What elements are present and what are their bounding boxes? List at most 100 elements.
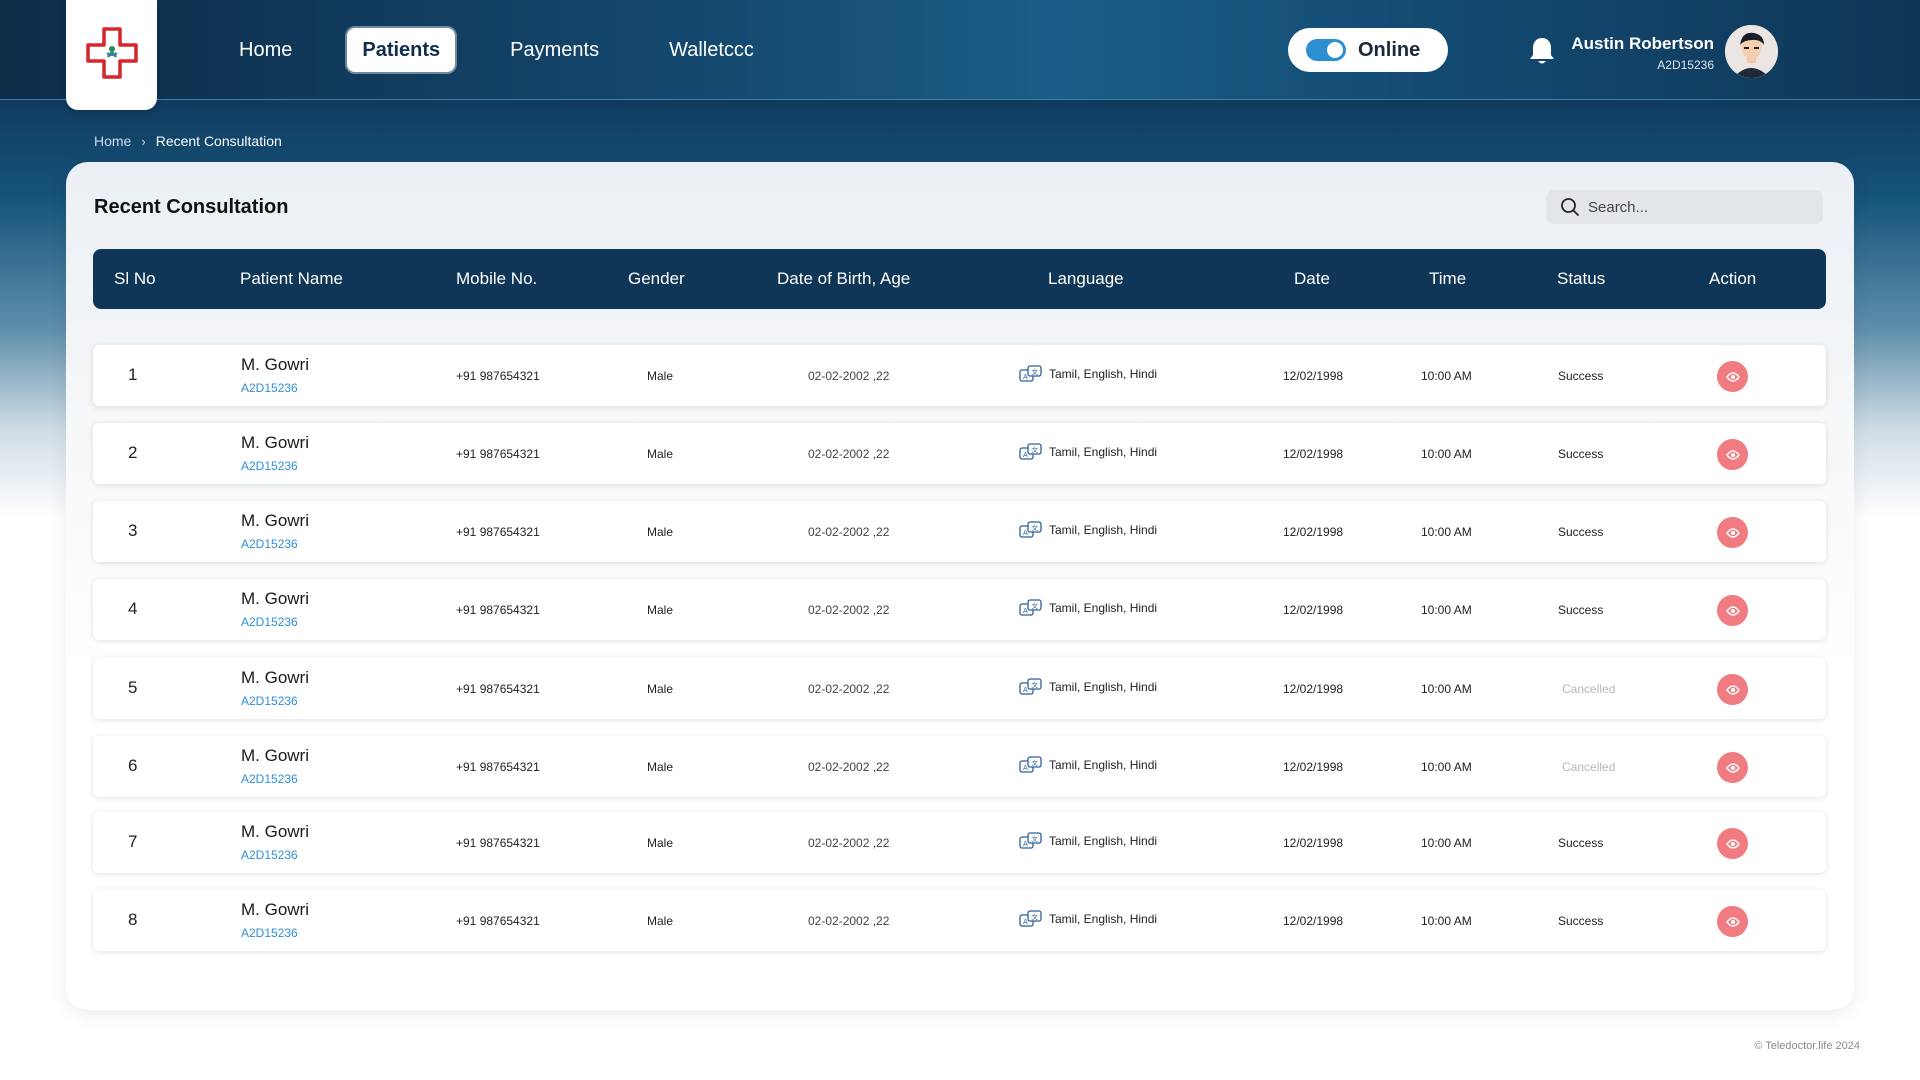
patient-name-cell: M. Gowri A2D15236 (241, 822, 309, 862)
nav-home[interactable]: Home (224, 28, 307, 72)
patient-name[interactable]: M. Gowri (241, 822, 309, 842)
brand-logo[interactable] (66, 0, 157, 110)
svg-text:A: A (1023, 529, 1028, 537)
patient-name[interactable]: M. Gowri (241, 511, 309, 531)
patient-name-cell: M. Gowri A2D15236 (241, 511, 309, 551)
header-sl-no: Sl No (114, 269, 156, 288)
patient-id[interactable]: A2D15236 (241, 926, 309, 940)
mobile-number: +91 987654321 (456, 369, 540, 383)
mobile-number: +91 987654321 (456, 914, 540, 928)
table-row: 5 M. Gowri A2D15236 +91 987654321 Male 0… (93, 658, 1826, 719)
translate-icon: A 文 (1019, 910, 1042, 927)
dob-age: 02-02-2002 ,22 (808, 369, 890, 383)
sl-no: 4 (128, 599, 138, 618)
toggle-switch[interactable] (1306, 39, 1346, 61)
eye-icon (1725, 605, 1740, 616)
svg-text:文: 文 (1032, 601, 1039, 610)
sl-no: 2 (128, 443, 138, 462)
online-status-toggle[interactable]: Online (1288, 28, 1448, 72)
patient-id[interactable]: A2D15236 (241, 459, 309, 473)
user-info[interactable]: Austin Robertson A2D15236 (1571, 34, 1714, 72)
language-cell: A 文 Tamil, English, Hindi (1019, 910, 1157, 928)
mobile-number: +91 987654321 (456, 682, 540, 696)
sl-no: 1 (128, 365, 138, 384)
consultation-date: 12/02/1998 (1283, 603, 1344, 617)
footer-copyright: © Teledoctor.life 2024 (1754, 1040, 1860, 1052)
languages: Tamil, English, Hindi (1049, 523, 1158, 537)
view-button[interactable] (1717, 517, 1748, 548)
consultation-time: 10:00 AM (1421, 369, 1472, 383)
chevron-right-icon: › (141, 133, 146, 149)
search-icon (1561, 198, 1579, 216)
medical-cross-logo-icon (85, 27, 138, 79)
mobile-number: +91 987654321 (456, 836, 540, 850)
patient-name[interactable]: M. Gowri (241, 746, 309, 766)
dob-age: 02-02-2002 ,22 (808, 836, 890, 850)
nav-wallet[interactable]: Walletccc (654, 28, 769, 72)
svg-text:A: A (1023, 840, 1028, 848)
patient-name[interactable]: M. Gowri (241, 589, 309, 609)
translate-icon: A 文 (1019, 756, 1042, 773)
patient-id[interactable]: A2D15236 (241, 381, 309, 395)
languages: Tamil, English, Hindi (1049, 912, 1158, 926)
avatar[interactable] (1725, 25, 1778, 78)
view-button[interactable] (1717, 906, 1748, 937)
dob-age: 02-02-2002 ,22 (808, 760, 890, 774)
view-button[interactable] (1717, 674, 1748, 705)
patient-id[interactable]: A2D15236 (241, 772, 309, 786)
consultation-date: 12/02/1998 (1283, 447, 1344, 461)
header-status: Status (1557, 269, 1606, 288)
status-badge: Success (1558, 369, 1604, 383)
patient-name[interactable]: M. Gowri (241, 355, 309, 375)
translate-icon: A 文 (1019, 599, 1042, 616)
nav-patients[interactable]: Patients (347, 28, 456, 72)
patient-id[interactable]: A2D15236 (241, 848, 309, 862)
view-button[interactable] (1717, 752, 1748, 783)
language-cell: A 文 Tamil, English, Hindi (1019, 832, 1157, 850)
view-button[interactable] (1717, 595, 1748, 626)
patient-id[interactable]: A2D15236 (241, 537, 309, 551)
svg-text:文: 文 (1032, 912, 1039, 921)
view-button[interactable] (1717, 828, 1748, 859)
search-input[interactable] (1588, 198, 1808, 216)
nav-payments[interactable]: Payments (495, 28, 614, 72)
eye-icon (1725, 762, 1740, 773)
consultation-time: 10:00 AM (1421, 603, 1472, 617)
language-cell: A 文 Tamil, English, Hindi (1019, 678, 1157, 696)
header-dob-age: Date of Birth, Age (777, 269, 911, 288)
view-button[interactable] (1717, 439, 1748, 470)
patient-name[interactable]: M. Gowri (241, 433, 309, 453)
svg-text:文: 文 (1032, 367, 1039, 376)
gender: Male (647, 914, 674, 928)
breadcrumb: Home › Recent Consultation (94, 133, 282, 149)
search-box[interactable] (1546, 190, 1823, 224)
main-nav: Home Patients Payments Walletccc (224, 28, 809, 72)
patient-id[interactable]: A2D15236 (241, 694, 309, 708)
mobile-number: +91 987654321 (456, 525, 540, 539)
dob-age: 02-02-2002 ,22 (808, 603, 890, 617)
eye-icon (1725, 371, 1740, 382)
svg-text:A: A (1023, 607, 1028, 615)
language-cell: A 文 Tamil, English, Hindi (1019, 521, 1157, 539)
patient-name[interactable]: M. Gowri (241, 668, 309, 688)
consultation-time: 10:00 AM (1421, 525, 1472, 539)
bell-icon[interactable] (1528, 36, 1556, 66)
consultation-card: Recent Consultation Sl No Patient Name M… (66, 162, 1854, 1010)
consultation-time: 10:00 AM (1421, 914, 1472, 928)
sl-no: 3 (128, 521, 138, 540)
page-title: Recent Consultation (94, 196, 289, 218)
eye-icon (1725, 684, 1740, 695)
consultation-date: 12/02/1998 (1283, 836, 1344, 850)
patient-name[interactable]: M. Gowri (241, 900, 309, 920)
status-badge: Success (1558, 836, 1604, 850)
consultation-date: 12/02/1998 (1283, 369, 1344, 383)
sl-no: 7 (128, 832, 138, 851)
eye-icon (1725, 838, 1740, 849)
table-row: 2 M. Gowri A2D15236 +91 987654321 Male 0… (93, 423, 1826, 484)
breadcrumb-home[interactable]: Home (94, 133, 131, 149)
languages: Tamil, English, Hindi (1049, 834, 1158, 848)
header-date: Date (1294, 269, 1330, 288)
view-button[interactable] (1717, 361, 1748, 392)
patient-id[interactable]: A2D15236 (241, 615, 309, 629)
consultation-time: 10:00 AM (1421, 682, 1472, 696)
